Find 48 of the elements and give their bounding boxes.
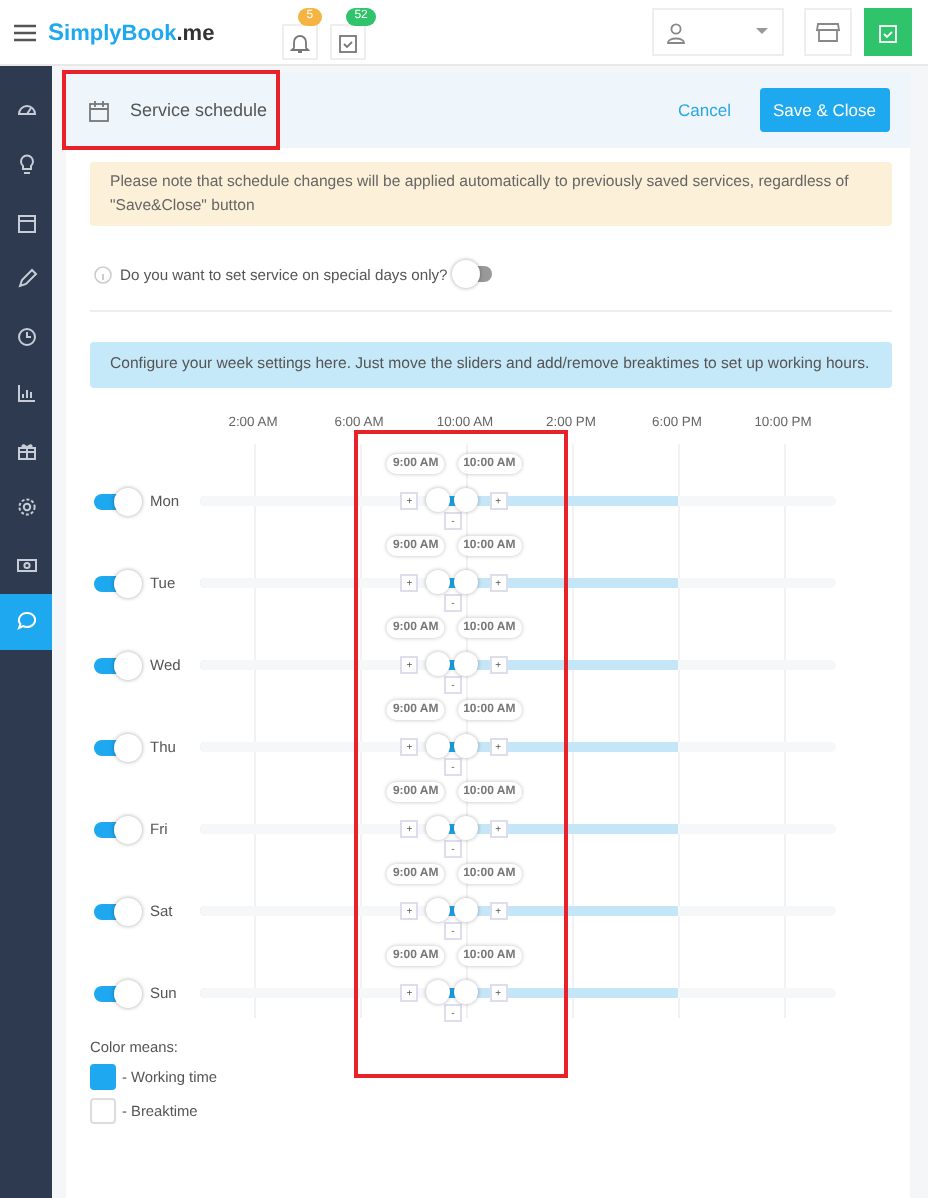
user-icon <box>666 21 686 43</box>
day-toggle[interactable] <box>94 821 138 838</box>
bookings-button[interactable] <box>330 24 367 60</box>
chat-icon <box>15 610 37 633</box>
slider-handle[interactable] <box>426 570 451 595</box>
slider-handle[interactable] <box>453 652 478 677</box>
day-toggle[interactable] <box>94 985 138 1002</box>
bulb-icon <box>15 154 37 177</box>
color-swatch <box>90 1064 116 1091</box>
slider-handle[interactable] <box>426 652 451 677</box>
calendar-check-icon <box>338 31 359 53</box>
calendar-button[interactable] <box>864 8 912 56</box>
pencil-icon <box>15 268 37 291</box>
logo[interactable]: SimplyBook.me <box>48 18 215 46</box>
day-toggle[interactable] <box>94 903 138 920</box>
slider-handle[interactable] <box>426 898 451 923</box>
calendar-check-icon <box>878 21 898 43</box>
color-swatch <box>90 1098 116 1125</box>
slider-handle[interactable] <box>453 488 478 513</box>
store-button[interactable] <box>804 8 852 56</box>
slider-handle[interactable] <box>426 488 451 513</box>
page-title: Service schedule <box>130 100 268 120</box>
day-toggle[interactable] <box>94 493 138 510</box>
money-icon <box>15 553 37 576</box>
chart-icon <box>15 382 37 405</box>
slider-handle[interactable] <box>426 980 451 1005</box>
gear-icon <box>15 496 37 519</box>
bell-icon <box>290 31 311 53</box>
slider-handle[interactable] <box>426 816 451 841</box>
slider-handle[interactable] <box>453 570 478 595</box>
gift-icon <box>15 439 37 462</box>
menu-icon[interactable] <box>14 23 36 41</box>
store-icon <box>816 22 840 42</box>
day-toggle[interactable] <box>94 657 138 674</box>
clock-icon <box>15 325 37 348</box>
special-days-toggle[interactable] <box>455 266 492 283</box>
slider-handle[interactable] <box>453 898 478 923</box>
calendar-icon <box>15 211 37 234</box>
slider-handle[interactable] <box>453 980 478 1005</box>
calendar-icon <box>88 99 110 121</box>
slider-handle[interactable] <box>453 816 478 841</box>
slider-handle[interactable] <box>426 734 451 759</box>
slider-handle[interactable] <box>453 734 478 759</box>
info-icon <box>94 265 112 284</box>
user-dropdown[interactable] <box>652 8 784 56</box>
caret-icon <box>756 28 768 36</box>
day-toggle[interactable] <box>94 739 138 756</box>
day-toggle[interactable] <box>94 575 138 592</box>
